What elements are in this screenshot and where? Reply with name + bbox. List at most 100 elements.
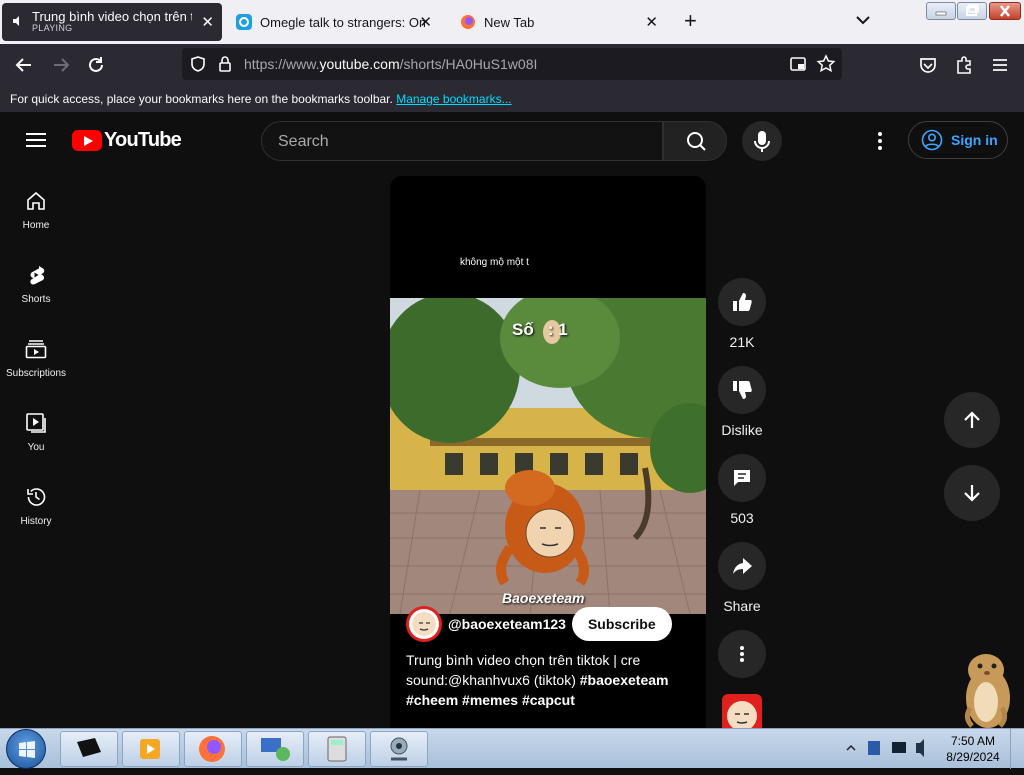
history-icon — [27, 488, 46, 506]
youtube-page: YouTube Search Sign in Home Shorts Subsc… — [0, 112, 1024, 728]
tab-playing-status: PLAYING — [32, 23, 73, 34]
minimize-window-button[interactable] — [926, 2, 956, 20]
restore-window-button[interactable] — [957, 2, 987, 20]
account-icon — [921, 129, 943, 151]
sidebar-item-history[interactable]: History — [0, 486, 72, 527]
shorts-player[interactable]: không mộ một t Số: 1 Baoexeteam @baoexe… — [390, 176, 706, 728]
url-bar[interactable]: https://www.youtube.com/shorts/HA0HuS1w0… — [182, 48, 842, 80]
sidebar-item-label: Shorts — [21, 294, 51, 305]
next-short-button[interactable] — [944, 465, 1000, 521]
subscriptions-icon — [25, 340, 47, 359]
url-text[interactable]: https://www.youtube.com/shorts/HA0HuS1w0… — [244, 56, 537, 72]
youtube-logo[interactable]: YouTube — [72, 129, 182, 152]
search-button[interactable] — [663, 121, 727, 161]
list-all-tabs-icon[interactable] — [855, 12, 871, 28]
tab-omegle[interactable]: Omegle talk to strangers: Omeg ✕ — [230, 3, 442, 41]
comments-button[interactable]: 503 — [718, 454, 766, 526]
share-button[interactable]: Share — [718, 542, 766, 614]
channel-name[interactable]: @baoexeteam123 — [448, 616, 566, 632]
search-icon — [687, 132, 706, 151]
sign-in-label: Sign in — [951, 132, 998, 148]
dislike-button[interactable]: Dislike — [718, 366, 766, 438]
previous-short-button[interactable] — [944, 392, 1000, 448]
dislike-label: Dislike — [721, 422, 763, 438]
share-icon — [733, 558, 752, 574]
taskbar-app-webcam[interactable] — [370, 731, 428, 767]
sound-avatar[interactable] — [722, 694, 762, 728]
settings-more-icon[interactable] — [870, 130, 890, 152]
system-clock[interactable]: 7:50 AM 8/29/2024 — [940, 733, 1006, 765]
comment-icon — [734, 470, 750, 486]
pocket-icon[interactable] — [917, 54, 939, 76]
start-button[interactable] — [6, 729, 46, 769]
clock-date: 8/29/2024 — [946, 750, 1000, 764]
taskbar-app-media-player[interactable] — [122, 731, 180, 767]
search-input[interactable]: Search — [261, 121, 663, 161]
sidebar-item-label: Subscriptions — [5, 368, 67, 379]
like-count: 21K — [729, 334, 755, 350]
manage-bookmarks-link[interactable]: Manage bookmarks... — [396, 92, 511, 106]
speaker-icon[interactable] — [12, 15, 24, 30]
reload-icon[interactable] — [85, 54, 107, 76]
volume-tray-icon — [916, 739, 924, 757]
close-tab-icon[interactable]: ✕ — [645, 13, 658, 31]
lock-icon[interactable] — [215, 54, 235, 74]
media-player-icon — [140, 739, 160, 759]
back-icon[interactable] — [13, 54, 35, 76]
sidebar-item-you[interactable]: You — [0, 412, 72, 453]
channel-row: @baoexeteam123 Subscribe — [406, 606, 672, 642]
windows-logo-icon — [19, 741, 35, 758]
sidebar-item-home[interactable]: Home — [0, 190, 72, 231]
close-tab-icon[interactable]: ✕ — [419, 13, 432, 31]
microphone-icon — [754, 131, 770, 152]
sidebar-item-label: Home — [22, 220, 50, 231]
hamster-desktop-pet-image[interactable] — [940, 646, 1024, 732]
new-tab-button[interactable]: + — [684, 9, 697, 33]
voice-search-button[interactable] — [742, 121, 782, 161]
home-icon — [27, 191, 45, 210]
extensions-icon[interactable] — [953, 54, 975, 76]
tab-new-tab[interactable]: New Tab ✕ — [454, 3, 668, 41]
sidebar-item-shorts[interactable]: Shorts — [0, 264, 72, 305]
taskbar-app-firefox[interactable] — [184, 731, 242, 767]
share-label: Share — [723, 598, 761, 614]
close-tab-icon[interactable]: ✕ — [201, 13, 214, 31]
like-button[interactable]: 21K — [718, 278, 766, 350]
taskbar-app-network[interactable] — [246, 731, 304, 767]
channel-avatar[interactable] — [406, 606, 442, 642]
arrow-up-icon — [964, 411, 980, 428]
taskbar-app-terminal[interactable] — [60, 731, 118, 767]
security-tray-icon — [868, 741, 880, 755]
tab-title: Omegle talk to strangers: Omeg — [260, 14, 425, 30]
youtube-logo-text: YouTube — [104, 129, 182, 151]
picture-in-picture-icon[interactable] — [788, 54, 808, 74]
system-tray — [844, 735, 944, 761]
taskbar: 7:50 AM 8/29/2024 — [0, 728, 1024, 769]
network-tray-icon — [892, 742, 906, 753]
close-window-button[interactable] — [989, 2, 1021, 20]
thumbs-down-icon — [733, 381, 752, 399]
bookmark-star-icon[interactable] — [816, 54, 836, 74]
sidebar-item-subscriptions[interactable]: Subscriptions — [0, 338, 72, 379]
watermark-text: Baoexeteam — [502, 590, 585, 606]
you-icon — [26, 413, 46, 433]
subscribe-button[interactable]: Subscribe — [571, 607, 672, 641]
youtube-play-logo-icon — [72, 130, 102, 151]
search-placeholder: Search — [278, 133, 329, 150]
tab-title: New Tab — [484, 14, 535, 30]
forward-icon[interactable] — [50, 54, 72, 76]
taskbar-app-calculator[interactable] — [308, 731, 366, 767]
shield-icon[interactable] — [188, 54, 208, 74]
more-actions-button[interactable] — [718, 630, 766, 678]
tab-youtube-short[interactable]: Trung bình video chọn trên tik PLAYING ✕ — [2, 3, 222, 41]
tab-title: Trung bình video chọn trên tik — [32, 9, 192, 24]
video-description: Trung bình video chọn trên tiktok | cre … — [406, 650, 696, 710]
guide-menu-icon[interactable] — [26, 133, 46, 147]
sidebar-item-label: History — [20, 516, 52, 527]
video-frame[interactable]: Số : 1 Baoexeteam — [390, 298, 706, 614]
menu-icon[interactable] — [989, 54, 1011, 76]
show-desktop-button[interactable] — [1010, 729, 1024, 769]
sign-in-button[interactable]: Sign in — [908, 121, 1008, 159]
firefox-icon — [460, 14, 476, 30]
bookmarks-toolbar: For quick access, place your bookmarks h… — [0, 86, 1024, 112]
